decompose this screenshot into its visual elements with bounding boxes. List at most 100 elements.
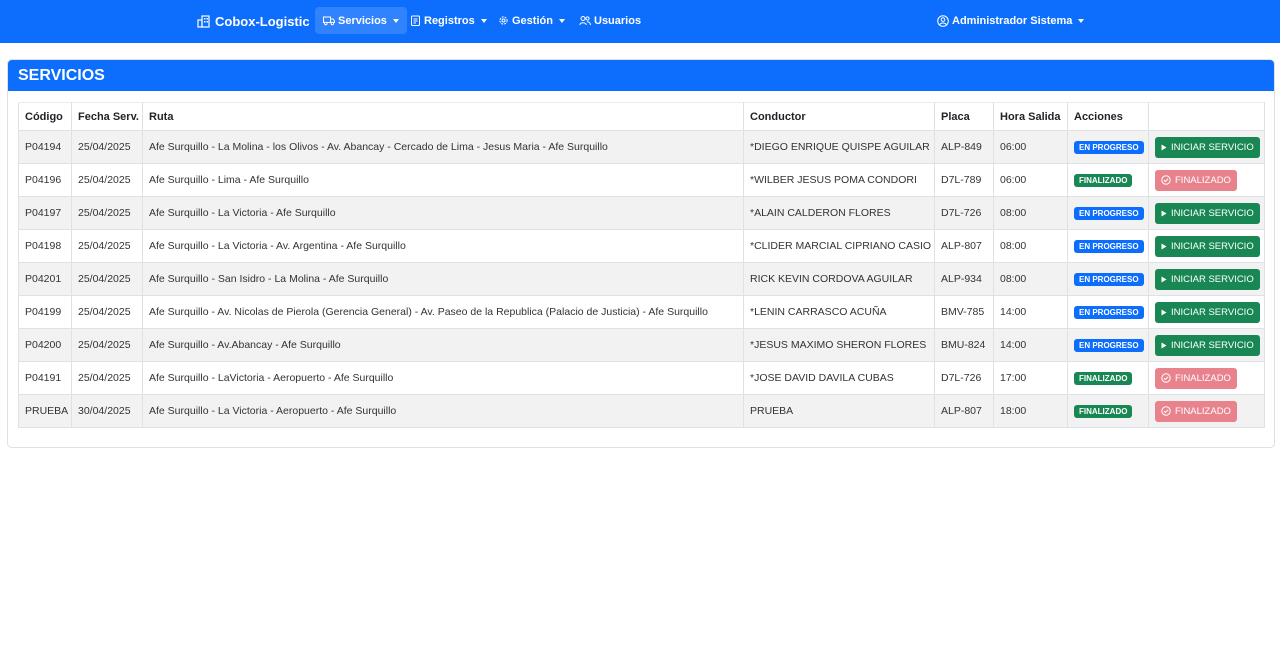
iniciar-servicio-button[interactable]: INICIAR SERVICIO	[1155, 268, 1260, 290]
iniciar-servicio-button[interactable]: INICIAR SERVICIO	[1155, 334, 1260, 356]
cell-hora: 14:00	[993, 328, 1068, 362]
finalizado-button[interactable]: FINALIZADO	[1155, 367, 1237, 389]
nav-registros[interactable]: Registros	[402, 7, 495, 34]
users-icon	[579, 16, 591, 26]
cell-fecha: 25/04/2025	[71, 130, 143, 164]
cell-accion: INICIAR SERVICIO	[1148, 262, 1265, 296]
header-ruta: Ruta	[142, 102, 744, 131]
cell-conductor: *WILBER JESUS POMA CONDORI	[743, 163, 935, 197]
play-icon	[1161, 342, 1167, 348]
cell-codigo: P04198	[18, 229, 72, 263]
cell-ruta: Afe Surquillo - La Victoria - Aeropuerto…	[142, 394, 744, 428]
cell-estado: FINALIZADO	[1067, 361, 1149, 395]
nav-servicios[interactable]: Servicios	[315, 7, 407, 34]
header-fecha: Fecha Serv.	[71, 102, 143, 131]
cell-estado: EN PROGRESO	[1067, 196, 1149, 230]
button-label: FINALIZADO	[1175, 174, 1231, 186]
cell-conductor: *JOSE DAVID DAVILA CUBAS	[743, 361, 935, 395]
table-row: PRUEBA 30/04/2025 Afe Surquillo - La Victo…	[18, 394, 1265, 428]
check-circle-icon	[1161, 373, 1171, 383]
cell-estado: EN PROGRESO	[1067, 295, 1149, 329]
header-hora-salida: Hora Salida	[993, 102, 1068, 131]
cell-ruta: Afe Surquillo - LaVictoria - Aeropuerto …	[142, 361, 744, 395]
cell-ruta: Afe Surquillo - San Isidro - La Molina -…	[142, 262, 744, 296]
cell-estado: EN PROGRESO	[1067, 262, 1149, 296]
servicios-table: Código Fecha Serv. Ruta Conductor Placa …	[18, 102, 1265, 428]
gear-icon	[499, 16, 508, 25]
cell-accion: INICIAR SERVICIO	[1148, 229, 1265, 263]
cell-placa: ALP-807	[934, 394, 994, 428]
iniciar-servicio-button[interactable]: INICIAR SERVICIO	[1155, 202, 1260, 224]
cell-estado: EN PROGRESO	[1067, 328, 1149, 362]
cell-fecha: 25/04/2025	[71, 295, 143, 329]
cell-accion: INICIAR SERVICIO	[1148, 130, 1265, 164]
nav-gestion[interactable]: Gestión	[490, 7, 573, 34]
cell-placa: BMV-785	[934, 295, 994, 329]
cell-placa: D7L-726	[934, 196, 994, 230]
cell-estado: EN PROGRESO	[1067, 130, 1149, 164]
header-conductor: Conductor	[743, 102, 935, 131]
nav-usuarios[interactable]: Usuarios	[571, 7, 649, 34]
cell-hora: 06:00	[993, 130, 1068, 164]
cell-placa: D7L-789	[934, 163, 994, 197]
brand-name: Cobox-Logistic	[215, 13, 310, 29]
cell-estado: FINALIZADO	[1067, 394, 1149, 428]
truck-icon	[323, 16, 335, 26]
status-badge: EN PROGRESO	[1074, 272, 1144, 286]
status-badge: FINALIZADO	[1074, 173, 1133, 187]
cell-accion: FINALIZADO	[1148, 163, 1265, 197]
cell-hora: 08:00	[993, 196, 1068, 230]
user-name: Administrador Sistema	[952, 14, 1073, 27]
building-icon	[197, 15, 210, 28]
cell-conductor: PRUEBA	[743, 394, 935, 428]
top-navbar: Cobox-Logistic Servicios Registros Gesti…	[0, 0, 1280, 43]
cell-codigo: P04196	[18, 163, 72, 197]
iniciar-servicio-button[interactable]: INICIAR SERVICIO	[1155, 235, 1260, 257]
cell-hora: 08:00	[993, 229, 1068, 263]
check-circle-icon	[1161, 406, 1171, 416]
brand-link[interactable]: Cobox-Logistic	[197, 13, 310, 29]
cell-hora: 18:00	[993, 394, 1068, 428]
cell-codigo: PRUEBA	[18, 394, 72, 428]
check-circle-icon	[1161, 175, 1171, 185]
cell-hora: 06:00	[993, 163, 1068, 197]
nav-servicios-label: Servicios	[338, 14, 387, 27]
user-menu[interactable]: Administrador Sistema	[931, 7, 1090, 34]
status-badge: FINALIZADO	[1074, 404, 1133, 418]
iniciar-servicio-button[interactable]: INICIAR SERVICIO	[1155, 301, 1260, 323]
finalizado-button[interactable]: FINALIZADO	[1155, 400, 1237, 422]
table-row: P04194 25/04/2025 Afe Surquillo - La Molin…	[18, 130, 1265, 164]
cell-ruta: Afe Surquillo - Av. Nicolas de Pierola (…	[142, 295, 744, 329]
clipboard-icon	[411, 15, 420, 26]
button-label: FINALIZADO	[1175, 372, 1231, 384]
chevron-down-icon	[558, 19, 565, 23]
iniciar-servicio-button[interactable]: INICIAR SERVICIO	[1155, 136, 1260, 158]
cell-conductor: *DIEGO ENRIQUE QUISPE AGUILAR	[743, 130, 935, 164]
cell-codigo: P04194	[18, 130, 72, 164]
finalizado-button[interactable]: FINALIZADO	[1155, 169, 1237, 191]
button-label: INICIAR SERVICIO	[1171, 306, 1254, 318]
status-badge: EN PROGRESO	[1074, 305, 1144, 319]
nav-gestion-label: Gestión	[512, 14, 553, 27]
cell-conductor: RICK KEVIN CORDOVA AGUILAR	[743, 262, 935, 296]
table-row: P04200 25/04/2025 Afe Surquillo - Av.Abanc…	[18, 328, 1265, 362]
play-icon	[1161, 144, 1167, 150]
cell-ruta: Afe Surquillo - La Victoria - Av. Argent…	[142, 229, 744, 263]
table-row: P04199 25/04/2025 Afe Surquillo - Av. Nico…	[18, 295, 1265, 329]
button-label: INICIAR SERVICIO	[1171, 207, 1254, 219]
user-circle-icon	[937, 14, 949, 27]
cell-placa: ALP-807	[934, 229, 994, 263]
cell-hora: 17:00	[993, 361, 1068, 395]
cell-ruta: Afe Surquillo - Lima - Afe Surquillo	[142, 163, 744, 197]
cell-placa: D7L-726	[934, 361, 994, 395]
cell-conductor: *ALAIN CALDERON FLORES	[743, 196, 935, 230]
chevron-down-icon	[392, 19, 399, 23]
cell-estado: FINALIZADO	[1067, 163, 1149, 197]
cell-fecha: 25/04/2025	[71, 361, 143, 395]
cell-fecha: 25/04/2025	[71, 328, 143, 362]
table-header-row: Código Fecha Serv. Ruta Conductor Placa …	[18, 102, 1265, 131]
header-blank	[1148, 102, 1265, 131]
table-row: P04198 25/04/2025 Afe Surquillo - La Victo…	[18, 229, 1265, 263]
cell-codigo: P04197	[18, 196, 72, 230]
cell-placa: ALP-849	[934, 130, 994, 164]
